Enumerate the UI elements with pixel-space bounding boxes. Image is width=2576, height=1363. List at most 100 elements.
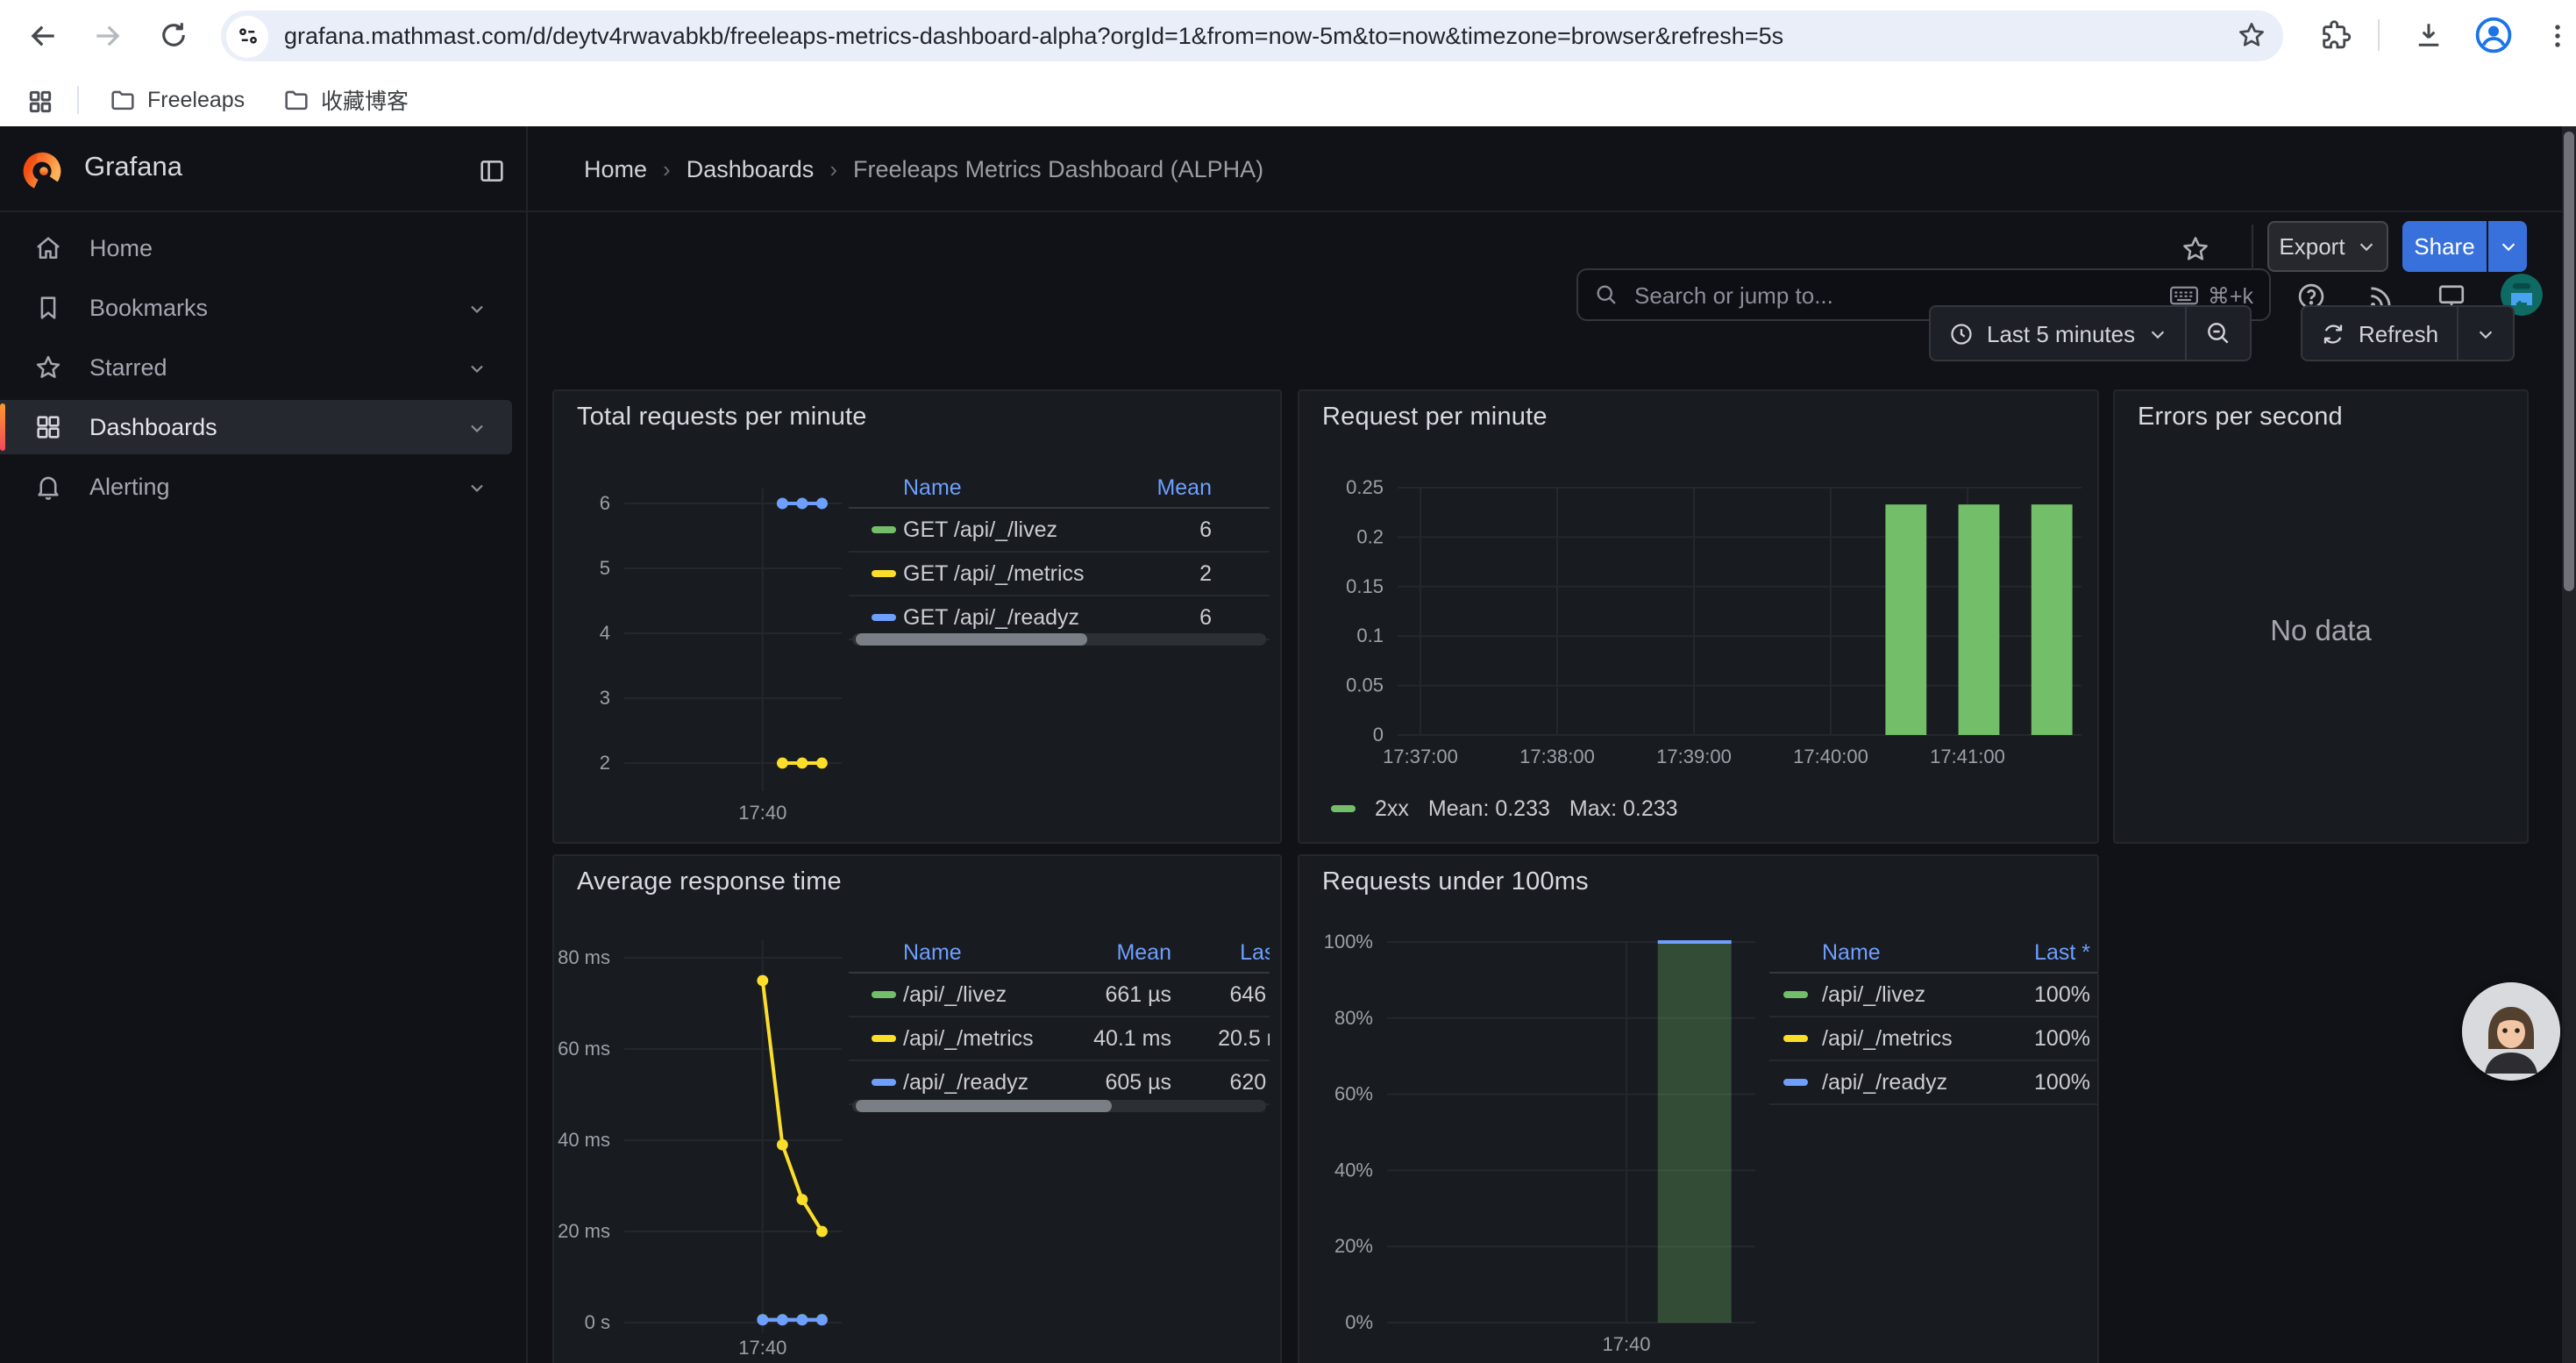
apps-grid-icon[interactable] (21, 82, 58, 119)
legend-scrollbar[interactable] (852, 633, 1266, 646)
svg-text:17:40: 17:40 (738, 1337, 786, 1359)
legend-value-last: 100% (1897, 1026, 2090, 1051)
chart-total-requests: 65432 17:40 Name Mean GET /api/_/livez6GET /… (554, 391, 1280, 842)
chart-request-per-minute: 0.250.20.150.10.05017:37:0017:38:0017:39… (1299, 391, 2097, 842)
breadcrumb-separator: › (663, 156, 671, 182)
legend-scrollbar-thumb[interactable] (856, 1100, 1112, 1112)
chevron-down-icon[interactable] (466, 297, 487, 318)
panel-total-requests-per-minute: Total requests per minute 6543217:40Name… (552, 389, 1282, 844)
legend-header-name[interactable]: Name (1822, 940, 1881, 965)
bookmark-icon (33, 293, 63, 323)
legend-row[interactable]: /api/_/readyz605 µs620 µs (849, 1061, 1270, 1105)
legend-header-name[interactable]: Name (903, 475, 962, 500)
sidebar-item-home[interactable]: Home (0, 221, 512, 275)
brand-name: Grafana (84, 153, 182, 184)
panel-requests-under-100ms: Requests under 100ms 100%80%60%40%20%0%1… (1298, 854, 2099, 1363)
legend-value-last: 646 µs (1103, 982, 1270, 1007)
svg-text:17:38:00: 17:38:00 (1519, 746, 1595, 767)
legend-header-mean[interactable]: Mean (1019, 475, 1212, 500)
browser-menu-icon[interactable] (2536, 14, 2576, 56)
omnibox[interactable] (221, 11, 2283, 61)
legend-value-last: 20.5 ms (1103, 1026, 1270, 1051)
bell-icon (33, 472, 63, 502)
breadcrumb-dashboards[interactable]: Dashboards (687, 156, 815, 182)
legend-scrollbar-thumb[interactable] (856, 633, 1087, 646)
series-line (763, 981, 822, 1231)
series-color-swatch (1783, 991, 1808, 998)
keyboard-icon (2169, 283, 2199, 306)
legend-row[interactable]: /api/_/metrics40.1 ms20.5 ms (849, 1017, 1270, 1061)
legend-row[interactable]: GET /api/_/livez6 (849, 509, 1270, 553)
site-settings-icon[interactable] (226, 15, 268, 57)
legend-header-row: Name Mean (849, 468, 1270, 509)
legend-row[interactable]: /api/_/livez100% (1769, 974, 2097, 1017)
breadcrumb-home[interactable]: Home (584, 156, 647, 182)
svg-text:17:40: 17:40 (738, 802, 786, 824)
chevron-down-icon[interactable] (466, 357, 487, 378)
sidebar-item-alerting[interactable]: Alerting (0, 460, 512, 514)
dashboards-grid-icon (33, 412, 63, 442)
chevron-down-icon[interactable] (466, 417, 487, 438)
svg-text:2: 2 (600, 752, 610, 774)
bookmark-folder-freeleaps[interactable]: Freeleaps (98, 81, 255, 118)
svg-text:80 ms: 80 ms (558, 946, 610, 968)
time-range-picker[interactable]: Last 5 minutes (1931, 307, 2184, 360)
favorite-star-icon[interactable] (2178, 232, 2213, 267)
series-point (816, 1314, 828, 1325)
bookmarks-bar: Freeleaps 收藏博客 (0, 72, 2576, 128)
svg-text:60%: 60% (1334, 1083, 1373, 1105)
legend-row[interactable]: /api/_/metrics100% (1769, 1017, 2097, 1061)
series-color-swatch (872, 614, 896, 621)
sidebar-item-bookmarks[interactable]: Bookmarks (0, 281, 512, 335)
legend-scrollbar[interactable] (852, 1100, 1266, 1112)
grafana-logo[interactable] (19, 147, 63, 191)
svg-text:17:39:00: 17:39:00 (1656, 746, 1732, 767)
y-axis-ticks: 65432 (600, 492, 842, 774)
legend-row[interactable]: /api/_/readyz100% (1769, 1061, 2097, 1105)
share-button[interactable]: Share (2402, 221, 2487, 272)
legend-table: Name Last * /api/_/livez100%/api/_/metrics… (1769, 933, 2097, 1105)
series-color-swatch (1331, 805, 1356, 812)
legend-series-name[interactable]: 2xx (1375, 796, 1409, 821)
refresh-icon (2320, 320, 2346, 346)
legend-row[interactable]: GET /api/_/metrics2 (849, 553, 1270, 596)
svg-text:0.15: 0.15 (1346, 575, 1384, 597)
legend-row[interactable]: /api/_/livez661 µs646 µs (849, 974, 1270, 1017)
svg-text:0.05: 0.05 (1346, 674, 1384, 696)
chevron-down-icon[interactable] (466, 476, 487, 497)
download-icon[interactable] (2408, 14, 2450, 56)
zoom-out-button[interactable] (2184, 307, 2249, 360)
panel-title[interactable]: Errors per second (2138, 403, 2343, 432)
panel-request-per-minute: Request per minute 0.250.20.150.10.05017… (1298, 389, 2099, 844)
share-dropdown-button[interactable] (2488, 221, 2527, 272)
chevron-down-icon (2147, 324, 2167, 343)
series-point (797, 1194, 808, 1205)
scrollbar-thumb[interactable] (2564, 132, 2574, 591)
bookmark-star-icon[interactable] (2236, 19, 2267, 51)
sidebar-toggle-icon[interactable] (473, 153, 509, 188)
page-scrollbar[interactable] (2562, 126, 2576, 1363)
refresh-interval-dropdown[interactable] (2456, 307, 2512, 360)
clock-icon (1948, 320, 1975, 346)
series-color-swatch (872, 1079, 896, 1086)
back-icon[interactable] (21, 14, 63, 56)
area-bar (1658, 942, 1732, 1323)
sidebar-item-starred[interactable]: Starred (0, 340, 512, 395)
svg-text:40%: 40% (1334, 1159, 1373, 1181)
legend-header-last[interactable]: Last * (1103, 940, 1270, 965)
forward-icon[interactable] (86, 14, 128, 56)
url-input[interactable] (284, 23, 2178, 49)
extensions-icon[interactable] (2315, 14, 2357, 56)
legend-header-name[interactable]: Name (903, 940, 962, 965)
sidebar-item-dashboards[interactable]: Dashboards (0, 400, 512, 454)
reload-icon[interactable] (153, 14, 195, 56)
legend-header-last[interactable]: Last * (1897, 940, 2090, 965)
floating-assistant-avatar[interactable] (2462, 982, 2560, 1081)
refresh-button[interactable]: Refresh (2302, 307, 2456, 360)
bookmark-folder-blogs[interactable]: 收藏博客 (272, 81, 419, 118)
svg-text:17:41:00: 17:41:00 (1930, 746, 2005, 767)
series-point (777, 1139, 788, 1151)
export-button[interactable]: Export (2267, 221, 2388, 272)
profile-icon[interactable] (2471, 12, 2516, 58)
bar (2032, 504, 2073, 735)
